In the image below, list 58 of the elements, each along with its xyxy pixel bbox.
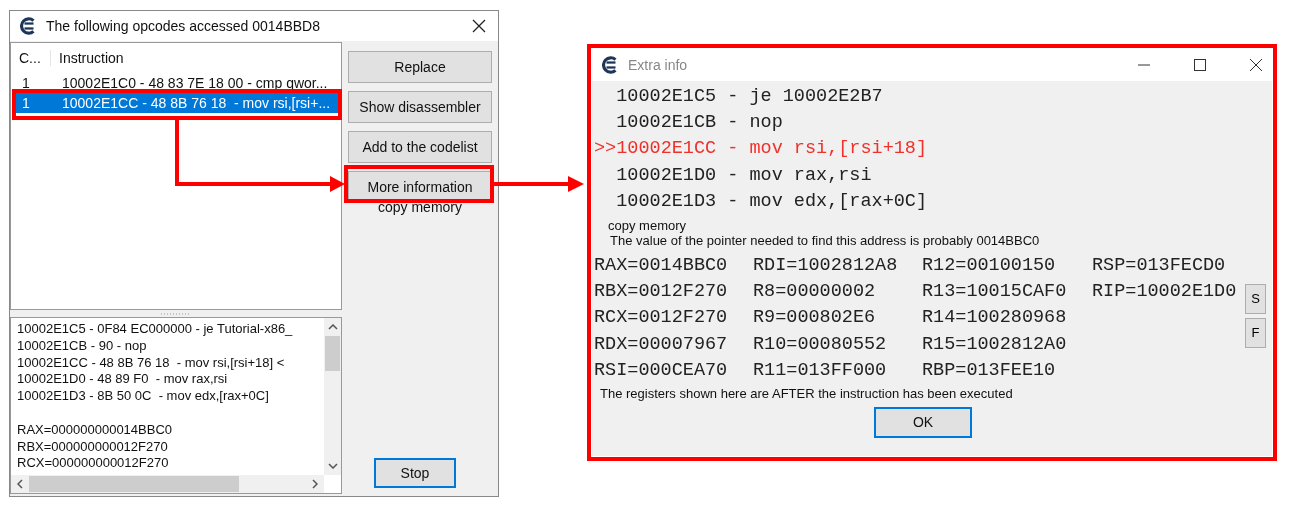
code-line: 10002E1C5 - je 10002E2B7 — [615, 85, 883, 107]
register-value: RDI=1002812A8 — [753, 254, 898, 276]
register-value: R15=1002812A0 — [922, 333, 1067, 355]
details-line: RBX=000000000012F270 — [17, 438, 168, 454]
register-value: R14=100280968 — [922, 307, 1067, 329]
details-line: 10002E1D3 - 8B 50 0C - mov edx,[rax+0C] — [17, 388, 269, 404]
code-line: 10002E1D3 - mov edx,[rax+0C] — [615, 191, 928, 213]
scroll-down-icon[interactable] — [327, 463, 338, 469]
register-value: RSI=000CEA70 — [594, 360, 728, 382]
register-value: R10=00080552 — [753, 333, 887, 355]
details-line: 10002E1D0 - 48 89 F0 - mov rax,rsi — [17, 371, 228, 387]
register-value: RCX=0012F270 — [594, 307, 728, 329]
maximize-icon[interactable] — [1194, 59, 1206, 71]
stop-button[interactable]: Stop — [374, 458, 456, 488]
side-button[interactable]: S — [1245, 283, 1266, 314]
code-line: 10002E1CB - nop — [615, 112, 783, 134]
details-line: 10002E1CB - 90 - nop — [17, 337, 147, 353]
window-title: The following opcodes accessed 0014BBD8 — [46, 18, 321, 34]
code-line: 10002E1D0 - mov rax,rsi — [615, 164, 872, 186]
close-icon[interactable] — [472, 19, 486, 33]
details-line: 10002E1CC - 48 8B 76 18 - mov rsi,[rsi+18] < — [17, 354, 285, 370]
action-button[interactable]: Add to the codelist — [348, 131, 492, 163]
register-value: RBP=013FEE10 — [922, 360, 1056, 382]
scrollbar-thumb[interactable] — [325, 336, 340, 371]
column-header[interactable]: C... — [11, 50, 51, 66]
register-value: RDX=00007967 — [594, 333, 728, 355]
register-value: R13=10015CAF0 — [922, 281, 1067, 303]
scroll-right-icon[interactable] — [312, 479, 318, 489]
horizontal-scrollbar[interactable] — [11, 475, 324, 493]
register-value: R8=00000002 — [753, 281, 876, 303]
column-header[interactable]: Instruction — [51, 50, 124, 66]
scroll-left-icon[interactable] — [17, 479, 23, 489]
register-value: R11=013FF000 — [753, 360, 887, 382]
details-line: RCX=000000000012F270 — [17, 455, 169, 471]
splitter-handle[interactable] — [161, 312, 191, 315]
opcode-row[interactable]: 1 10002E1CC - 48 8B 76 18 - mov rsi,[rsi+... — [14, 93, 338, 113]
copy-memory-label: copy memory — [608, 217, 687, 233]
window-title: Extra info — [628, 57, 689, 73]
details-line: 10002E1C5 - 0F84 EC000000 - je Tutorial-x86_ — [17, 321, 293, 336]
ok-button[interactable]: OK — [874, 406, 972, 438]
close-icon[interactable] — [1250, 59, 1262, 71]
register-value: RIP=10002E1D0 — [1092, 281, 1237, 303]
register-value: R9=000802E6 — [753, 307, 876, 329]
details-line: RAX=000000000014BBC0 — [17, 421, 173, 437]
register-value: RBX=0012F270 — [594, 281, 728, 303]
register-value: RAX=0014BBC0 — [594, 254, 728, 276]
code-line: >>10002E1CC - mov rsi,[rsi+18] — [594, 138, 928, 160]
pointer-note: The value of the pointer needed to find this address is probably 0014BBC0 — [610, 232, 1040, 248]
register-value: R12=00100150 — [922, 254, 1056, 276]
side-button[interactable]: F — [1245, 317, 1266, 348]
vertical-scrollbar[interactable] — [324, 318, 341, 475]
opcode-row[interactable]: 1 10002E1C0 - 48 83 7E 18 00 - cmp qwor... — [14, 73, 338, 93]
footer-note: The registers shown here are AFTER the instruction has been executed — [600, 385, 1013, 401]
scrollbar-thumb[interactable] — [29, 476, 239, 492]
action-button[interactable]: Replace — [348, 51, 492, 83]
action-button[interactable]: Show disassembler — [348, 91, 492, 123]
register-value: RSP=013FECD0 — [1092, 254, 1226, 276]
scroll-up-icon[interactable] — [327, 324, 338, 330]
